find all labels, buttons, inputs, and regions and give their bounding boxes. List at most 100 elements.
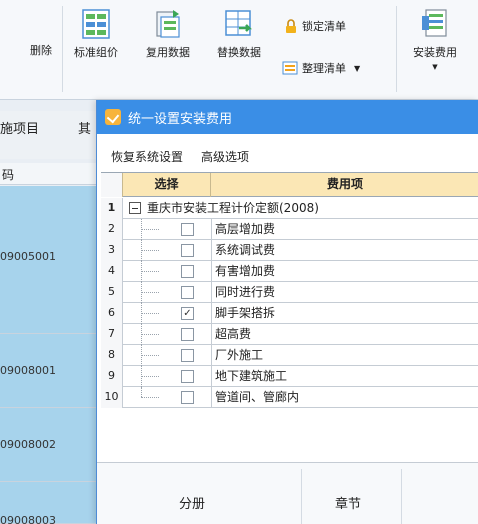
reuse-data-icon <box>156 10 180 38</box>
tree-connector <box>141 250 159 251</box>
delete-label: 删除 <box>30 44 52 57</box>
column-divider <box>211 366 212 387</box>
replace-data-label: 替换数据 <box>217 46 261 59</box>
fee-item-name: 系统调试费 <box>215 243 276 257</box>
table-row[interactable]: 2 高层增加费 <box>101 219 478 240</box>
table-row[interactable]: 8 厂外施工 <box>101 345 478 366</box>
column-divider <box>211 324 212 345</box>
ribbon-toolbar: 删除 标准组价 复用数据 替换数据 锁定清单 整理清单 ▼ 安装费用 ▼ <box>0 0 478 100</box>
select-checkbox[interactable] <box>181 370 194 383</box>
tab-chapter[interactable]: 章节 <box>335 493 361 512</box>
group-name: 重庆市安装工程计价定额(2008) <box>147 201 319 215</box>
table-header: 选择 费用项 <box>101 173 478 197</box>
standard-price-button[interactable]: 标准组价 <box>66 8 126 60</box>
fee-item-name: 脚手架搭拆 <box>215 306 276 320</box>
select-checkbox[interactable] <box>181 223 194 236</box>
dialog-menu-bar: 恢复系统设置 高级选项 <box>97 144 478 168</box>
menu-restore-defaults[interactable]: 恢复系统设置 <box>111 148 183 165</box>
header-rownum <box>101 173 123 197</box>
install-fee-button[interactable]: 安装费用 ▼ <box>404 8 466 71</box>
table-row[interactable]: 3 系统调试费 <box>101 240 478 261</box>
table-row[interactable]: 7 超高费 <box>101 324 478 345</box>
select-checkbox[interactable] <box>181 244 194 257</box>
fee-item-name: 地下建筑施工 <box>215 369 288 383</box>
row-number: 10 <box>101 387 123 408</box>
fee-item-name: 超高费 <box>215 327 252 341</box>
table-row[interactable]: 9 地下建筑施工 <box>101 366 478 387</box>
table-row[interactable]: 09005001 <box>0 186 96 334</box>
organize-list-icon <box>282 61 298 75</box>
column-divider <box>211 261 212 282</box>
tree-connector <box>141 292 159 293</box>
row-number: 9 <box>101 366 123 387</box>
tab-volume[interactable]: 分册 <box>179 493 205 512</box>
delete-button[interactable]: 删除 <box>30 42 52 58</box>
table-row[interactable]: 09008001 <box>0 334 96 408</box>
replace-data-button[interactable]: 替换数据 <box>208 8 270 60</box>
row-number: 1 <box>101 198 123 219</box>
tree-connector <box>141 397 159 398</box>
table-row[interactable]: 10 管道间、管廊内 <box>101 387 478 408</box>
row-number: 2 <box>101 219 123 240</box>
tab-measures[interactable]: 施项目 <box>0 118 39 137</box>
replace-data-icon <box>225 10 253 36</box>
tree-connector <box>141 229 159 230</box>
menu-advanced-options[interactable]: 高级选项 <box>201 148 249 165</box>
collapse-toggle-icon[interactable] <box>129 202 141 214</box>
reuse-data-button[interactable]: 复用数据 <box>138 8 198 60</box>
standard-price-label: 标准组价 <box>74 46 118 59</box>
row-number: 5 <box>101 282 123 303</box>
column-divider <box>211 387 212 408</box>
select-checkbox[interactable] <box>181 286 194 299</box>
tree-connector <box>141 376 159 377</box>
table-row[interactable]: 4 有害增加费 <box>101 261 478 282</box>
tab-other[interactable]: 其 <box>78 118 91 137</box>
column-divider <box>211 282 212 303</box>
row-number: 4 <box>101 261 123 282</box>
organize-list-label: 整理清单 <box>302 62 346 75</box>
table-row-group[interactable]: 1 重庆市安装工程计价定额(2008) <box>101 198 478 219</box>
row-code: 09008003 <box>0 514 56 524</box>
ribbon-divider <box>62 6 63 92</box>
fee-item-table: 选择 费用项 1 重庆市安装工程计价定额(2008) 2 高层增加费 3 系统调试费 4… <box>101 172 478 408</box>
fee-item-name: 同时进行费 <box>215 285 276 299</box>
organize-list-button[interactable]: 整理清单 ▼ <box>282 60 360 76</box>
reuse-data-label: 复用数据 <box>146 46 190 59</box>
fee-item-name: 管道间、管廊内 <box>215 390 300 404</box>
select-checkbox[interactable] <box>181 391 194 404</box>
table-row[interactable]: 5 同时进行费 <box>101 282 478 303</box>
table-row[interactable]: 6 ✓ 脚手架搭拆 <box>101 303 478 324</box>
tree-connector <box>141 313 159 314</box>
select-checkbox[interactable]: ✓ <box>181 307 194 320</box>
fee-item-name: 有害增加费 <box>215 264 276 278</box>
table-row[interactable]: 09008002 <box>0 408 96 482</box>
tree-connector <box>141 334 159 335</box>
dialog-title-bar[interactable]: 统一设置安装费用 <box>97 100 478 134</box>
lock-icon <box>286 18 296 33</box>
grid-list-icon <box>82 9 110 39</box>
lock-list-button[interactable]: 锁定清单 <box>284 18 346 34</box>
app-check-icon <box>105 109 121 125</box>
ribbon-divider <box>396 6 397 92</box>
install-fee-label: 安装费用 <box>413 46 457 59</box>
row-code: 09008001 <box>0 364 56 377</box>
table-row[interactable]: 09008003 <box>0 482 96 524</box>
header-select: 选择 <box>123 173 211 197</box>
chevron-down-icon: ▼ <box>432 63 438 71</box>
row-number: 6 <box>101 303 123 324</box>
column-divider <box>211 240 212 261</box>
column-divider <box>211 345 212 366</box>
header-fee-item: 费用项 <box>326 177 363 191</box>
select-checkbox[interactable] <box>181 349 194 362</box>
dialog-title: 统一设置安装费用 <box>128 111 233 127</box>
column-divider <box>211 219 212 240</box>
select-checkbox[interactable] <box>181 265 194 278</box>
tree-connector <box>141 355 159 356</box>
fee-item-name: 高层增加费 <box>215 222 276 236</box>
row-code: 09005001 <box>0 250 56 263</box>
row-code: 09008002 <box>0 438 56 451</box>
row-number: 8 <box>101 345 123 366</box>
column-header-code: 码 <box>0 163 96 185</box>
row-number: 3 <box>101 240 123 261</box>
select-checkbox[interactable] <box>181 328 194 341</box>
